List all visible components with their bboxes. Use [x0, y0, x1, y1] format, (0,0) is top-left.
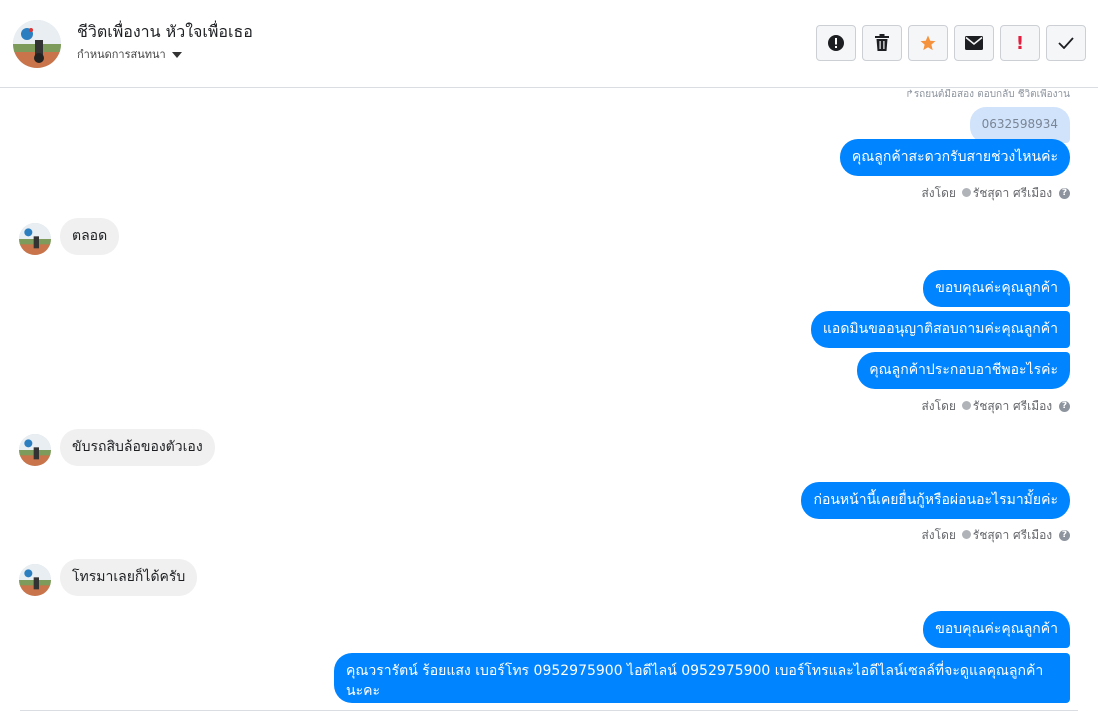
- done-button[interactable]: [1046, 25, 1086, 61]
- agent-name: รัชสุดา ศรีเมือง: [972, 186, 1053, 200]
- help-icon[interactable]: ?: [1059, 188, 1070, 199]
- reply-context-note: ↱รถยนต์มือสอง ตอบกลับ ชีวิตเพื่องาน: [905, 89, 1070, 100]
- conversation-header: ชีวิตเพื่องาน หัวใจเพื่อเธอ กำหนดการสนทน…: [0, 0, 1098, 88]
- sender-avatar: [19, 223, 51, 255]
- outgoing-message: คุณลูกค้าประกอบอาชีพอะไรค่ะ: [857, 352, 1070, 389]
- star-button[interactable]: [908, 25, 948, 61]
- header-actions: !: [816, 25, 1086, 61]
- agent-name: รัชสุดา ศรีเมือง: [972, 528, 1053, 542]
- contact-name: ชีวิตเพื่องาน หัวใจเพื่อเธอ: [77, 22, 253, 41]
- outgoing-message: คุณลูกค้าสะดวกรับสายช่วงไหนค่ะ: [839, 139, 1070, 176]
- sent-by-line: ส่งโดย รัชสุดา ศรีเมือง ?: [921, 526, 1070, 545]
- incoming-message: ตลอด: [60, 218, 120, 255]
- incoming-message: โทรมาเลยก็ได้ครับ: [60, 559, 198, 596]
- help-icon[interactable]: ?: [1059, 530, 1070, 541]
- sender-avatar: [19, 434, 51, 466]
- message-thread[interactable]: ↱รถยนต์มือสอง ตอบกลับ ชีวิตเพื่องาน 0632…: [0, 89, 1098, 711]
- envelope-icon: [965, 36, 983, 50]
- help-icon[interactable]: ?: [1059, 401, 1070, 412]
- outgoing-message: คุณวรารัตน์ ร้อยแสง เบอร์โทร 0952975900 …: [334, 653, 1070, 703]
- trash-icon: [875, 34, 889, 51]
- agent-check-icon: [961, 188, 971, 197]
- star-icon: [920, 35, 936, 51]
- mail-button[interactable]: [954, 25, 994, 61]
- incoming-message: ขับรถสิบล้อของตัวเอง: [60, 429, 215, 466]
- delete-button[interactable]: [862, 25, 902, 61]
- outgoing-message: ขอบคุณค่ะคุณลูกค้า: [923, 270, 1070, 307]
- check-icon: [1058, 37, 1074, 49]
- alert-circle-icon: [828, 35, 844, 51]
- agent-check-icon: [961, 530, 971, 539]
- sent-by-line: ส่งโดย รัชสุดา ศรีเมือง ?: [921, 397, 1070, 416]
- conversation-settings-label: กำหนดการสนทนา: [77, 48, 166, 61]
- agent-name: รัชสุดา ศรีเมือง: [972, 399, 1053, 413]
- caret-down-icon: [171, 52, 182, 58]
- sender-avatar: [19, 564, 51, 596]
- outgoing-message: แอดมินขออนุญาติสอบถามค่ะคุณลูกค้า: [810, 311, 1070, 348]
- report-button[interactable]: [816, 25, 856, 61]
- reply-arrow-icon: ↱: [905, 89, 914, 100]
- outgoing-message: ก่อนหน้านี้เคยยื่นกู้หรือผ่อนอะไรมามั้ยค…: [801, 482, 1070, 519]
- outgoing-message: ขอบคุณค่ะคุณลูกค้า: [923, 611, 1070, 648]
- exclamation-icon: !: [1015, 32, 1025, 54]
- conversation-settings-dropdown[interactable]: กำหนดการสนทนา: [77, 45, 182, 63]
- sent-by-line: ส่งโดย รัชสุดา ศรีเมือง ?: [921, 184, 1070, 203]
- agent-check-icon: [961, 401, 971, 410]
- important-button[interactable]: !: [1000, 25, 1040, 61]
- quoted-message: 0632598934: [969, 107, 1070, 143]
- contact-avatar[interactable]: [13, 20, 61, 68]
